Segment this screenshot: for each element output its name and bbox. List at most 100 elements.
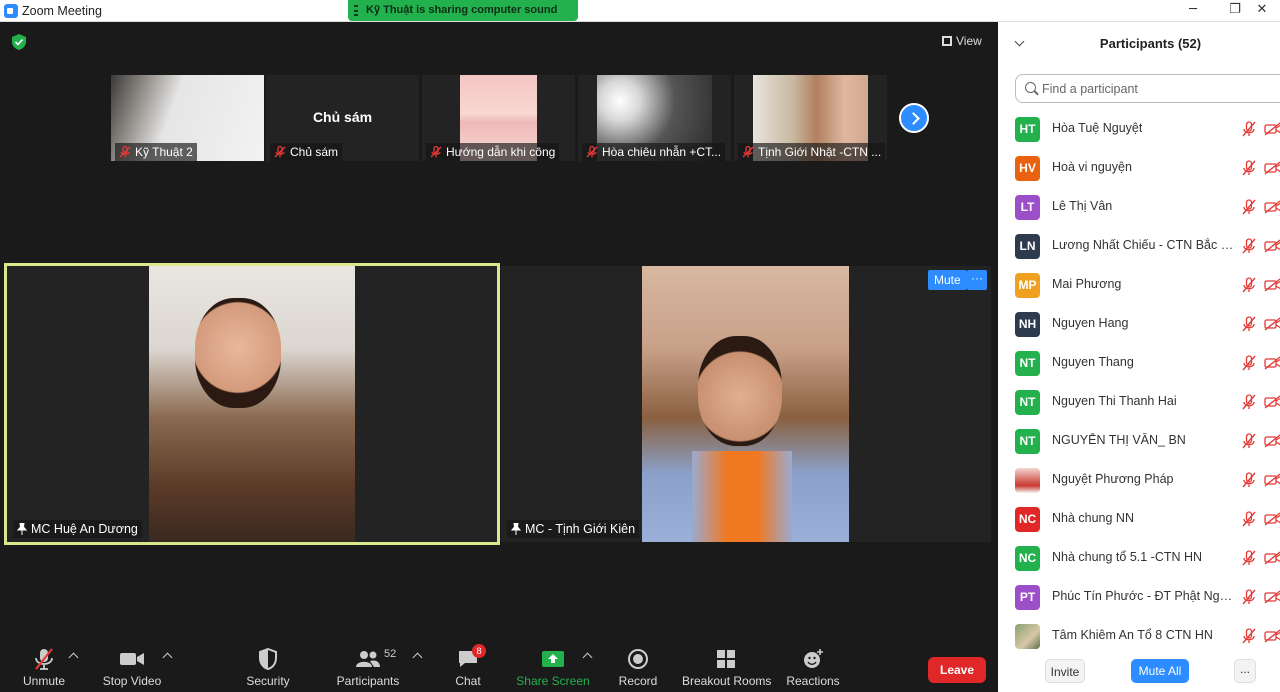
mic-muted-icon: [430, 146, 442, 158]
breakout-rooms-label: Breakout Rooms: [682, 674, 772, 688]
invite-button[interactable]: Invite: [1045, 659, 1085, 683]
mic-muted-icon[interactable]: [1242, 472, 1256, 488]
participants-options-caret-icon[interactable]: [412, 652, 423, 663]
video-tile[interactable]: MC - Tịnh Giới Kiên: [501, 266, 991, 542]
mic-muted-icon[interactable]: [1242, 394, 1256, 410]
participant-row[interactable]: LN Lương Nhất Chiếu - CTN Bắc Ni...: [998, 227, 1280, 266]
video-off-icon[interactable]: [1264, 629, 1280, 643]
participant-row[interactable]: Nguyệt Phương Pháp: [998, 461, 1280, 500]
view-button[interactable]: View: [942, 34, 982, 48]
participants-count: 52: [384, 648, 397, 660]
breakout-rooms-button[interactable]: Breakout Rooms: [682, 646, 772, 688]
participant-name: Phúc Tín Phước - ĐT Phật Nghĩa...: [1052, 589, 1238, 603]
thumbnail-video[interactable]: Chủ sám Chủ sám: [266, 75, 419, 161]
mic-muted-icon[interactable]: [1242, 589, 1256, 605]
chat-button[interactable]: 8 Chat: [450, 644, 486, 688]
record-icon: [628, 649, 648, 669]
mic-muted-icon[interactable]: [1242, 121, 1256, 137]
mic-muted-icon[interactable]: [1242, 550, 1256, 566]
panel-more-button[interactable]: ...: [1234, 659, 1256, 683]
participant-name: NGUYỄN THỊ VÂN_ BN: [1052, 433, 1186, 447]
video-off-icon[interactable]: [1264, 395, 1280, 409]
participant-row[interactable]: NT Nguyen Thi Thanh Hai: [998, 383, 1280, 422]
unmute-label: Unmute: [22, 674, 66, 688]
thumbnail-video[interactable]: Hòa chiêu nhẫn +CT...: [578, 75, 731, 161]
breakout-rooms-icon: [717, 650, 735, 668]
video-off-icon[interactable]: [1264, 200, 1280, 214]
video-off-icon[interactable]: [1264, 434, 1280, 448]
participant-row[interactable]: MP Mai Phương: [998, 266, 1280, 305]
active-speaker-tile[interactable]: MC Huệ An Dương: [4, 263, 500, 545]
participant-row[interactable]: LT Lê Thị Vân: [998, 188, 1280, 227]
video-off-icon[interactable]: [1264, 278, 1280, 292]
participant-avatar: NC: [1015, 546, 1040, 571]
participant-row[interactable]: NC Nhà chung tổ 5.1 -CTN HN: [998, 539, 1280, 578]
mic-muted-icon[interactable]: [1242, 277, 1256, 293]
participant-name: Nguyệt Phương Pháp: [1052, 472, 1174, 486]
video-options-caret-icon[interactable]: [162, 652, 173, 663]
stop-video-button[interactable]: Stop Video: [100, 646, 164, 688]
participants-panel-title: Participants (52): [1099, 36, 1202, 51]
thumbnail-video[interactable]: Kỹ Thuật 2: [111, 75, 264, 161]
video-off-icon[interactable]: [1264, 590, 1280, 604]
participant-name: Lương Nhất Chiếu - CTN Bắc Ni...: [1052, 238, 1238, 252]
video-off-icon[interactable]: [1264, 122, 1280, 136]
participant-name-label: Hướng dẫn khi công: [426, 143, 560, 161]
participant-name: Tâm Khiêm An Tổ 8 CTN HN: [1052, 628, 1213, 642]
video-off-icon[interactable]: [1264, 356, 1280, 370]
mic-muted-icon[interactable]: [1242, 160, 1256, 176]
mic-muted-icon[interactable]: [1242, 355, 1256, 371]
security-shield-icon: [259, 648, 277, 670]
participant-row[interactable]: NH Nguyen Hang: [998, 305, 1280, 344]
unmute-button[interactable]: Unmute: [18, 646, 70, 688]
participant-name-placeholder: Chủ sám: [312, 109, 373, 125]
encryption-shield-icon[interactable]: [12, 34, 26, 50]
video-off-icon[interactable]: [1264, 473, 1280, 487]
participant-row[interactable]: HT Hòa Tuệ Nguyệt: [998, 110, 1280, 149]
participant-row[interactable]: NT Nguyen Thang: [998, 344, 1280, 383]
mute-all-button[interactable]: Mute All: [1131, 659, 1189, 683]
mic-muted-icon[interactable]: [1242, 628, 1256, 644]
participant-avatar: NC: [1015, 507, 1040, 532]
view-label: View: [956, 34, 982, 48]
search-icon: [1025, 82, 1036, 93]
video-off-icon[interactable]: [1264, 317, 1280, 331]
video-subject: [195, 298, 281, 408]
mic-muted-icon[interactable]: [1242, 433, 1256, 449]
security-button[interactable]: Security: [244, 646, 292, 688]
participants-button[interactable]: 52 Participants: [336, 646, 400, 688]
participant-row[interactable]: NC Nhà chung NN: [998, 500, 1280, 539]
participant-row[interactable]: NT NGUYỄN THỊ VÂN_ BN: [998, 422, 1280, 461]
zoom-app-icon: [4, 4, 18, 18]
leave-meeting-button[interactable]: Leave: [928, 657, 986, 683]
participant-name: Nguyen Hang: [1052, 316, 1129, 330]
video-off-icon[interactable]: [1264, 239, 1280, 253]
share-screen-button[interactable]: Share Screen: [516, 646, 590, 688]
participant-search-input[interactable]: [1042, 79, 1280, 98]
mic-muted-icon[interactable]: [1242, 238, 1256, 254]
mic-muted-icon[interactable]: [1242, 316, 1256, 332]
record-button[interactable]: Record: [616, 646, 660, 688]
next-page-arrow-button[interactable]: [899, 103, 929, 133]
thumbnail-video[interactable]: Tịnh Giới Nhật -CTN ...: [734, 75, 887, 161]
participant-row[interactable]: PT Phúc Tín Phước - ĐT Phật Nghĩa...: [998, 578, 1280, 617]
audio-options-caret-icon[interactable]: [68, 652, 79, 663]
video-off-icon[interactable]: [1264, 161, 1280, 175]
video-off-icon[interactable]: [1264, 551, 1280, 565]
tile-mute-button[interactable]: Mute: [928, 270, 967, 290]
mic-muted-icon[interactable]: [1242, 511, 1256, 527]
participant-search-box[interactable]: [1015, 74, 1280, 103]
chat-unread-badge: 8: [472, 644, 486, 658]
mic-muted-icon[interactable]: [1242, 199, 1256, 215]
tile-more-button[interactable]: ···: [967, 270, 987, 290]
participant-row[interactable]: Tâm Khiêm An Tổ 8 CTN HN: [998, 617, 1280, 656]
close-button[interactable]: ✕: [1244, 0, 1280, 22]
minimize-button[interactable]: ─: [1170, 0, 1216, 22]
reactions-button[interactable]: Reactions: [786, 646, 840, 688]
participant-row[interactable]: HV Hoà vi nguyện: [998, 149, 1280, 188]
video-feed: [149, 266, 355, 542]
video-off-icon[interactable]: [1264, 512, 1280, 526]
thumbnail-video[interactable]: Hướng dẫn khi công: [422, 75, 575, 161]
sharing-sound-banner[interactable]: Kỹ Thuật is sharing computer sound: [348, 0, 578, 21]
spotlight-pin-icon: [17, 523, 27, 535]
